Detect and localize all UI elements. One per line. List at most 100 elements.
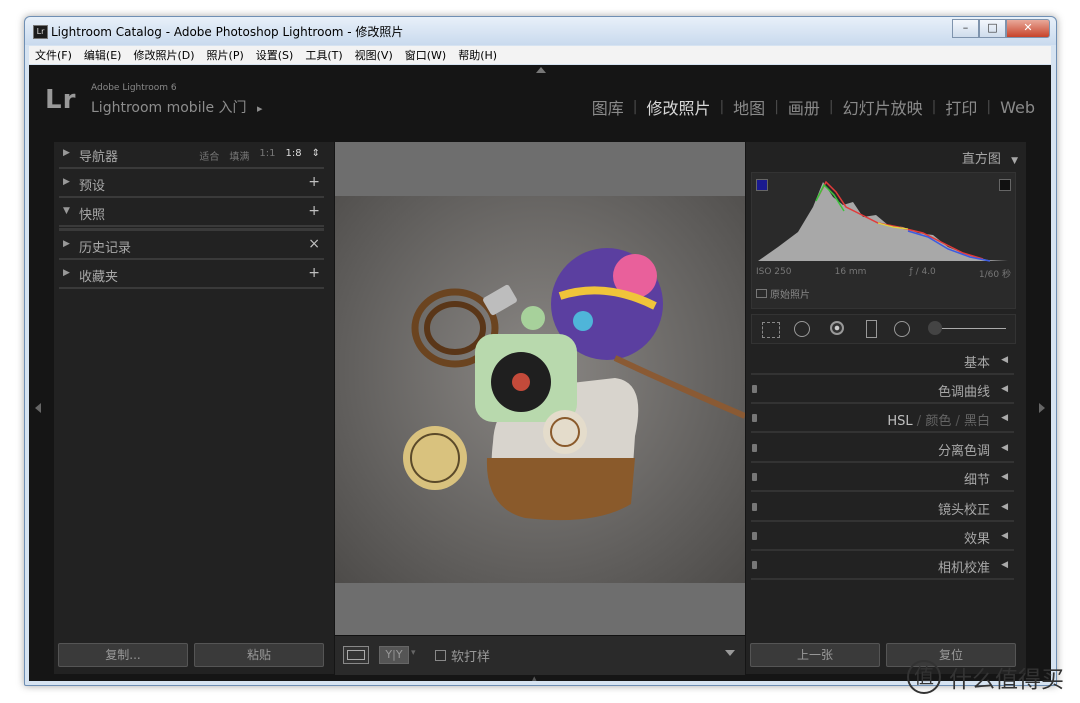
tool-strip (751, 314, 1016, 344)
crop-tool-icon[interactable] (762, 322, 780, 338)
toolbar-options-icon[interactable] (725, 650, 735, 656)
section-toggle-switch[interactable] (752, 503, 757, 511)
maximize-button[interactable]: □ (979, 19, 1006, 38)
add-preset-icon[interactable]: + (308, 174, 320, 190)
spot-removal-icon[interactable] (794, 321, 810, 337)
menu-settings[interactable]: 设置(S) (250, 47, 300, 63)
minimize-button[interactable]: – (952, 19, 979, 38)
module-web[interactable]: Web (994, 98, 1041, 117)
brand-mobile-link[interactable]: Lightroom mobile 入门 ▸ (91, 97, 263, 117)
before-after-button[interactable]: Y|Y (379, 646, 409, 664)
section-detail[interactable]: 细节 ◀ (751, 465, 1014, 492)
module-slideshow[interactable]: 幻灯片放映 (837, 95, 929, 119)
bw-tab[interactable]: 黑白 (964, 414, 990, 429)
section-lens-corrections[interactable]: 镜头校正 ◀ (751, 495, 1014, 522)
menu-help[interactable]: 帮助(H) (452, 47, 503, 63)
zoom-fill[interactable]: 填满 (229, 148, 249, 163)
module-print[interactable]: 打印 (939, 95, 983, 119)
hsl-tab[interactable]: HSL (887, 414, 912, 429)
menu-photo[interactable]: 照片(P) (201, 47, 250, 63)
section-basic[interactable]: 基本 ◀ (751, 348, 1014, 375)
module-library[interactable]: 图库 (586, 95, 630, 119)
loupe-view-button[interactable] (343, 646, 369, 664)
menu-edit[interactable]: 编辑(E) (78, 47, 128, 63)
section-toggle-switch[interactable] (752, 473, 757, 481)
color-tab[interactable]: 颜色 (925, 414, 951, 429)
panel-history[interactable]: ▶ 历史记录 × (59, 233, 324, 260)
paste-settings-button[interactable]: 粘贴 (194, 643, 324, 667)
add-collection-icon[interactable]: + (308, 265, 320, 281)
module-separator: | (931, 99, 937, 115)
module-book[interactable]: 画册 (782, 95, 826, 119)
section-camera-calibration[interactable]: 相机校准 ◀ (751, 553, 1014, 580)
right-panel-toggle-icon[interactable] (1039, 403, 1045, 413)
left-panel-toggle-icon[interactable] (35, 403, 41, 413)
window-title: Lightroom Catalog - Adobe Photoshop Ligh… (51, 25, 404, 39)
panel-presets[interactable]: ▶ 预设 + (59, 171, 324, 198)
module-separator: | (828, 99, 834, 115)
panel-presets-label: 预设 (79, 179, 106, 194)
menu-file[interactable]: 文件(F) (29, 47, 78, 63)
image-canvas[interactable] (335, 142, 745, 674)
menu-tools[interactable]: 工具(T) (299, 47, 348, 63)
zoom-stepper-icon[interactable]: ⇕ (312, 148, 320, 163)
zoom-1-1[interactable]: 1:1 (259, 148, 275, 163)
lr-logo: Lr (45, 85, 77, 115)
radial-filter-icon[interactable] (894, 321, 910, 337)
module-develop[interactable]: 修改照片 (640, 95, 716, 119)
section-hsl[interactable]: HSL / 颜色 / 黑白 ◀ (751, 406, 1014, 433)
collapsed-triangle-icon: ▶ (63, 268, 70, 278)
original-photo-checkbox[interactable] (756, 289, 767, 298)
section-effects[interactable]: 效果 ◀ (751, 524, 1014, 551)
section-toggle-switch[interactable] (752, 561, 757, 569)
section-toggle-switch[interactable] (752, 444, 757, 452)
close-button[interactable]: ✕ (1006, 19, 1050, 38)
menu-view[interactable]: 视图(V) (349, 47, 399, 63)
collapsed-triangle-icon: ◀ (1001, 355, 1008, 365)
photo-content (403, 248, 745, 521)
top-panel-toggle-icon[interactable] (536, 67, 546, 73)
panel-history-label: 历史记录 (79, 241, 132, 256)
before-after-dropdown-icon[interactable]: ▾ (411, 648, 416, 658)
collapsed-triangle-icon: ◀ (1001, 502, 1008, 512)
menu-window[interactable]: 窗口(W) (399, 47, 452, 63)
red-eye-icon[interactable] (830, 321, 844, 335)
panel-collections[interactable]: ▶ 收藏夹 + (59, 262, 324, 289)
section-tone-curve[interactable]: 色调曲线 ◀ (751, 377, 1014, 404)
section-toggle-switch[interactable] (752, 385, 757, 393)
title-bar[interactable]: Lr Lightroom Catalog - Adobe Photoshop L… (25, 17, 1056, 45)
zoom-fit[interactable]: 适合 (199, 148, 219, 163)
adjustment-brush-icon[interactable] (928, 321, 942, 335)
section-toggle-switch[interactable] (752, 532, 757, 540)
soft-proof-label: 软打样 (451, 650, 491, 665)
panel-snapshots[interactable]: ▼ 快照 + (59, 200, 324, 227)
panel-navigator[interactable]: ▶ 导航器 适合 填满 1:1 1:8 ⇕ (59, 142, 324, 169)
brand-product: Adobe Lightroom 6 (91, 83, 177, 93)
add-snapshot-icon[interactable]: + (308, 203, 320, 219)
expanded-triangle-icon: ▼ (63, 206, 70, 216)
soft-proof-checkbox[interactable] (435, 650, 446, 661)
exif-aperture: ƒ / 4.0 (909, 267, 936, 277)
section-effects-label: 效果 (963, 532, 990, 547)
collapsed-triangle-icon: ◀ (1001, 472, 1008, 482)
section-tone-curve-label: 色调曲线 (937, 385, 990, 400)
copy-settings-button[interactable]: 复制... (58, 643, 188, 667)
zoom-1-8[interactable]: 1:8 (286, 148, 302, 163)
section-split-toning[interactable]: 分离色调 ◀ (751, 436, 1014, 463)
clear-history-icon[interactable]: × (308, 236, 320, 252)
menu-develop[interactable]: 修改照片(D) (127, 47, 200, 63)
histogram: ISO 250 16 mm ƒ / 4.0 1/60 秒 原始照片 (751, 172, 1016, 309)
graduated-filter-icon[interactable] (866, 320, 877, 338)
section-toggle-switch[interactable] (752, 414, 757, 422)
module-map[interactable]: 地图 (727, 95, 771, 119)
section-detail-label: 细节 (963, 473, 990, 488)
left-panel: ▶ 导航器 适合 填满 1:1 1:8 ⇕ ▶ 预设 + ▼ 快照 + ▶ 历史… (54, 142, 334, 674)
brush-slider[interactable] (942, 328, 1006, 329)
watermark-text: 什么值得买 (949, 667, 1064, 693)
previous-settings-button[interactable]: 上一张 (750, 643, 880, 667)
filmstrip-toggle-icon[interactable]: ▴ (532, 674, 537, 684)
exif-shutter: 1/60 秒 (978, 270, 1011, 280)
histogram-header[interactable]: 直方图 ▼ (962, 148, 1018, 167)
watermark-logo-icon: 值 (907, 660, 941, 694)
section-basic-label: 基本 (963, 356, 990, 371)
